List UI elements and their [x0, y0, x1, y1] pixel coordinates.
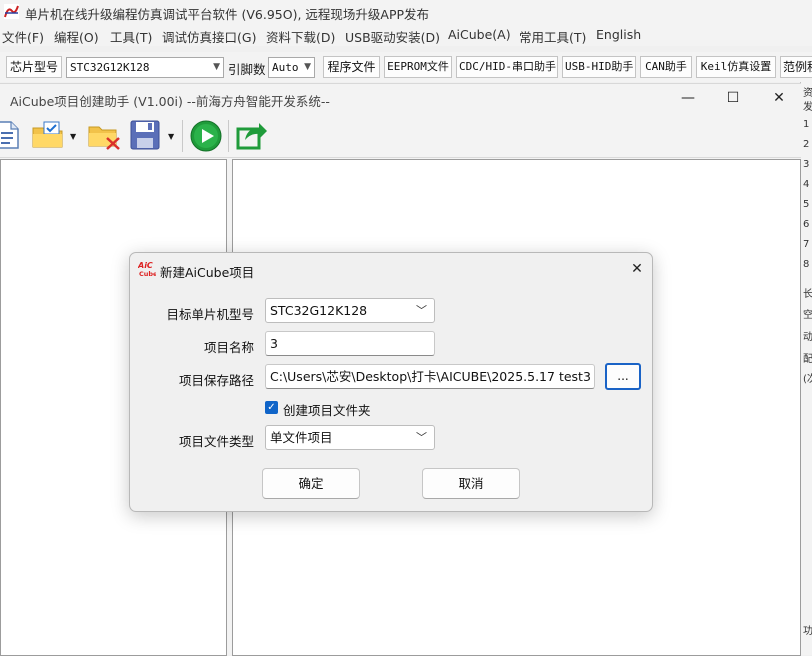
chip-type-select[interactable]: STC32G12K128 ▼ — [66, 57, 224, 78]
strip-text: 7 — [803, 239, 810, 250]
project-path-label: 项目保存路径 — [178, 373, 254, 388]
strip-text: 6 — [803, 219, 810, 230]
project-type-label: 项目文件类型 — [178, 434, 254, 449]
browse-button[interactable]: ... — [605, 363, 641, 390]
export-icon[interactable] — [236, 120, 268, 150]
program-file-button[interactable]: 程序文件 — [323, 56, 380, 78]
aicube-logo-icon: AiC Cube — [138, 261, 156, 278]
chevron-down-icon: ▼ — [213, 62, 220, 72]
keil-settings-button[interactable]: Keil仿真设置 — [696, 56, 776, 78]
background-right-panel: 资 发 1 2 3 4 5 6 7 8 长 空 动 配 (次 功 — [800, 82, 812, 655]
project-type-select[interactable]: 单文件项目 ﹀ — [265, 425, 435, 450]
pin-count-label: 引脚数 — [228, 62, 266, 77]
strip-text: 功 — [803, 626, 812, 637]
menu-debug[interactable]: 调试仿真接口(G) — [162, 27, 256, 46]
dialog-close-button[interactable]: ✕ — [624, 257, 650, 281]
mcu-model-select[interactable]: STC32G12K128 ﹀ — [265, 298, 435, 323]
usb-hid-button[interactable]: USB-HID助手 — [562, 56, 636, 78]
chevron-down-icon[interactable]: ▼ — [70, 132, 76, 141]
chip-type-label: 芯片型号 — [6, 56, 62, 78]
aicube-window-title: AiCube项目创建助手 (V1.00i) --前海方舟智能开发系统-- — [10, 94, 330, 109]
new-aicube-project-dialog: AiC Cube 新建AiCube项目 ✕ 目标单片机型号 STC32G12K1… — [129, 252, 653, 512]
strip-text: 动 — [803, 332, 812, 343]
new-document-icon[interactable] — [0, 120, 20, 150]
close-button[interactable]: ✕ — [759, 87, 799, 109]
create-folder-label[interactable]: 创建项目文件夹 — [283, 400, 371, 419]
project-type-value: 单文件项目 — [270, 430, 333, 445]
stc-app-icon — [4, 4, 19, 19]
main-window-title: 单片机在线升级编程仿真调试平台软件 (V6.95O), 远程现场升级APP发布 — [25, 7, 430, 22]
strip-text: 空 — [803, 310, 812, 321]
cancel-button[interactable]: 取消 — [422, 468, 520, 499]
strip-text: 5 — [803, 199, 810, 210]
strip-text: 资 — [803, 88, 812, 99]
maximize-button[interactable]: ☐ — [713, 87, 753, 109]
svg-text:Cube: Cube — [139, 270, 156, 278]
main-toolbar: 芯片型号 STC32G12K128 ▼ 引脚数 Auto ▼ 程序文件 EEPR… — [0, 52, 812, 82]
strip-text: 3 — [803, 159, 810, 170]
main-titlebar: 单片机在线升级编程仿真调试平台软件 (V6.95O), 远程现场升级APP发布 — [0, 0, 812, 24]
toolbar-separator — [182, 120, 183, 152]
mcu-model-label: 目标单片机型号 — [166, 307, 254, 322]
chevron-down-icon: ▼ — [304, 62, 311, 72]
strip-text: 长 — [803, 289, 812, 300]
menu-aicube[interactable]: AiCube(A) — [448, 27, 511, 42]
create-folder-checkbox[interactable]: ✓ — [265, 401, 278, 414]
menu-program[interactable]: 编程(O) — [54, 27, 99, 46]
strip-text: 2 — [803, 139, 810, 150]
chevron-down-icon: ﹀ — [416, 304, 427, 317]
delete-project-icon[interactable] — [88, 120, 122, 150]
project-path-input[interactable]: C:\Users\芯安\Desktop\打卡\AICUBE\2025.5.17 … — [265, 364, 595, 389]
strip-text: (次 — [803, 374, 812, 385]
aicube-titlebar: AiCube项目创建助手 (V1.00i) --前海方舟智能开发系统-- — ☐… — [0, 84, 801, 113]
examples-button[interactable]: 范例程 — [780, 56, 812, 78]
toolbar-separator — [228, 120, 229, 152]
menu-english[interactable]: English — [596, 27, 641, 42]
save-icon[interactable] — [130, 120, 160, 150]
project-name-label: 项目名称 — [203, 340, 254, 355]
open-project-icon[interactable] — [32, 120, 66, 150]
strip-text: 发 — [803, 102, 812, 113]
eeprom-file-button[interactable]: EEPROM文件 — [384, 56, 452, 78]
dialog-title: 新建AiCube项目 — [160, 265, 255, 280]
strip-text: 8 — [803, 259, 810, 270]
cdc-hid-serial-button[interactable]: CDC/HID-串口助手 — [456, 56, 558, 78]
menu-tools[interactable]: 工具(T) — [110, 27, 152, 46]
strip-text: 1 — [803, 119, 810, 130]
menu-file[interactable]: 文件(F) — [2, 27, 44, 46]
pin-count-value: Auto — [272, 61, 299, 74]
can-helper-button[interactable]: CAN助手 — [640, 56, 692, 78]
mcu-model-value: STC32G12K128 — [270, 303, 368, 318]
run-icon[interactable] — [190, 120, 222, 152]
strip-text: 配 — [803, 354, 812, 365]
menu-common-tools[interactable]: 常用工具(T) — [519, 27, 586, 46]
minimize-button[interactable]: — — [668, 87, 708, 109]
aicube-toolbar: ▼ ▼ — [0, 114, 801, 158]
menu-bar: 文件(F) 编程(O) 工具(T) 调试仿真接口(G) 资料下载(D) USB驱… — [0, 24, 812, 46]
chip-type-value: STC32G12K128 — [70, 61, 150, 74]
chevron-down-icon: ﹀ — [416, 431, 427, 444]
pin-count-select[interactable]: Auto ▼ — [268, 57, 315, 78]
ok-button[interactable]: 确定 — [262, 468, 360, 499]
chevron-down-icon[interactable]: ▼ — [168, 132, 174, 141]
menu-usb-driver[interactable]: USB驱动安装(D) — [345, 27, 440, 46]
project-name-input[interactable]: 3 — [265, 331, 435, 356]
menu-download[interactable]: 资料下载(D) — [266, 27, 335, 46]
svg-text:AiC: AiC — [138, 261, 153, 270]
strip-text: 4 — [803, 179, 810, 190]
